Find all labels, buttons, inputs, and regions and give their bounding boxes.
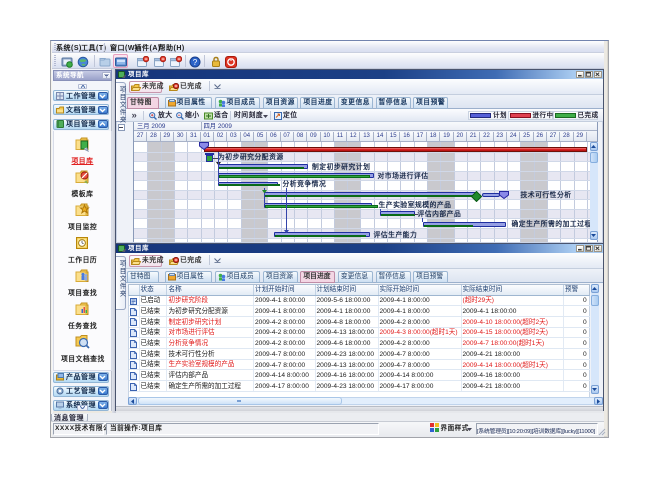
svg-text:?: ? bbox=[193, 57, 198, 66]
